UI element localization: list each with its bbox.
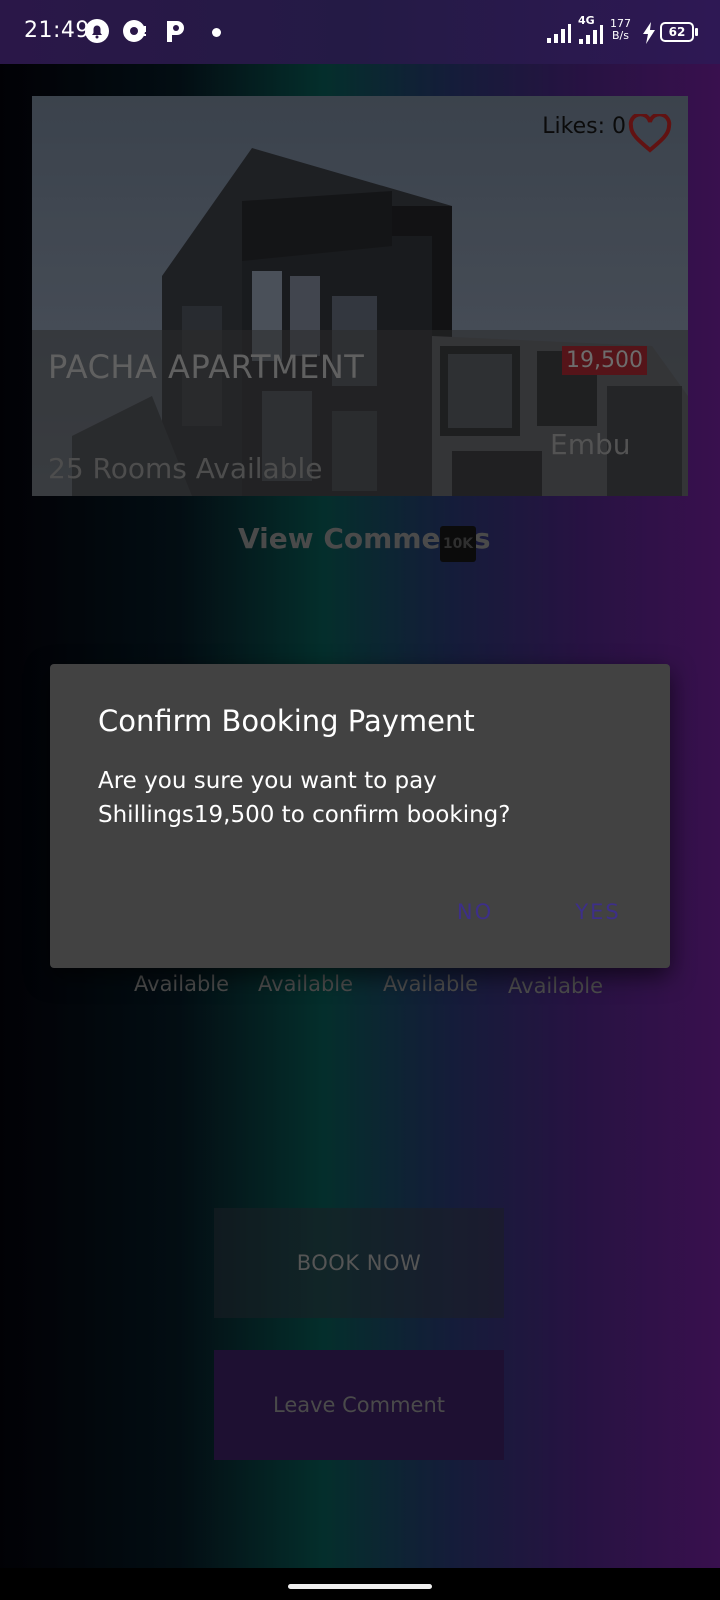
app-icon — [123, 20, 146, 42]
status-time: 21:49 — [24, 18, 90, 43]
confirm-payment-dialog: Confirm Booking Payment Are you sure you… — [50, 664, 670, 968]
charging-icon — [643, 22, 655, 44]
signal-icon — [547, 24, 571, 43]
status-bar: 21:49 4G 177 B/s 62 — [0, 0, 720, 64]
dialog-yes-button[interactable]: YES — [558, 892, 638, 932]
dialog-no-button[interactable]: NO — [440, 892, 510, 932]
network-speed: 177 B/s — [610, 17, 631, 42]
dialog-title: Confirm Booking Payment — [98, 704, 475, 738]
home-gesture-handle[interactable] — [288, 1584, 432, 1589]
dialog-message: Are you sure you want to pay Shillings19… — [98, 768, 511, 828]
p-icon — [167, 21, 184, 42]
battery-tip — [695, 28, 698, 36]
notification-bell-icon — [85, 19, 109, 43]
dot-icon — [212, 28, 221, 37]
signal-4g-icon: 4G — [578, 14, 604, 46]
battery-icon: 62 — [660, 22, 694, 42]
